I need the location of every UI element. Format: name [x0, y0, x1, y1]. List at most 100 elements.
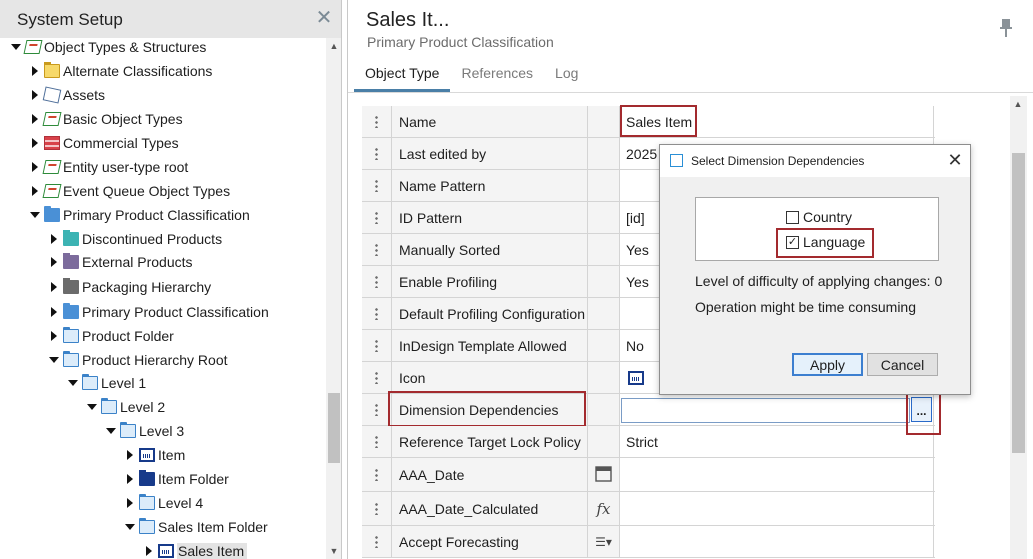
expand-right-icon[interactable] — [28, 88, 42, 102]
tree-item[interactable]: Assets — [28, 84, 105, 106]
property-value[interactable] — [620, 526, 934, 557]
cancel-button[interactable]: Cancel — [867, 353, 938, 376]
expand-right-icon[interactable] — [28, 184, 42, 198]
tree-item[interactable]: Entity user-type root — [28, 156, 188, 178]
property-label: Enable Profiling — [392, 266, 588, 297]
expand-right-icon[interactable] — [28, 64, 42, 78]
country-checkbox[interactable] — [786, 210, 799, 224]
close-icon[interactable]: ✕ — [315, 8, 333, 28]
tree-item-label: Primary Product Classification — [63, 207, 250, 223]
expand-right-icon[interactable] — [28, 112, 42, 126]
tree-item[interactable]: Item — [123, 444, 185, 466]
tree-item[interactable]: Level 4 — [123, 492, 203, 514]
tree-item[interactable]: Product Folder — [47, 325, 174, 347]
tree-item[interactable]: Alternate Classifications — [28, 60, 212, 82]
scroll-up-icon[interactable]: ▲ — [326, 38, 341, 54]
drag-handle[interactable] — [362, 492, 392, 525]
expand-right-icon[interactable] — [123, 496, 137, 510]
grip-icon — [375, 435, 378, 448]
expand-right-icon[interactable] — [123, 472, 137, 486]
drag-handle[interactable] — [362, 458, 392, 491]
tree-item[interactable]: Level 2 — [85, 396, 165, 418]
grip-icon — [375, 179, 378, 192]
drag-handle[interactable] — [362, 298, 392, 329]
expand-right-icon[interactable] — [47, 280, 61, 294]
expand-down-icon[interactable] — [9, 40, 23, 54]
tree-item[interactable]: Event Queue Object Types — [28, 180, 230, 202]
tab-object-type[interactable]: Object Type — [354, 58, 451, 92]
tree-item-label: External Products — [82, 254, 193, 270]
drag-handle[interactable] — [362, 106, 392, 137]
drag-handle[interactable] — [362, 426, 392, 457]
folder-outline-icon — [139, 518, 155, 534]
folder-outline-icon — [63, 327, 79, 343]
grip-icon — [375, 403, 378, 416]
drag-handle[interactable] — [362, 138, 392, 169]
tree-item[interactable]: Level 1 — [66, 372, 146, 394]
expand-right-icon[interactable] — [47, 255, 61, 269]
scrollbar-thumb[interactable] — [328, 393, 340, 463]
close-icon[interactable]: ✕ — [946, 151, 964, 169]
tree-scrollbar[interactable]: ▲ ▼ — [326, 38, 341, 559]
grip-icon — [375, 371, 378, 384]
tree-item-label: Level 1 — [101, 375, 147, 391]
tree-item[interactable]: Product Hierarchy Root — [47, 349, 228, 371]
expand-right-icon[interactable] — [47, 329, 61, 343]
tab-references[interactable]: References — [450, 58, 544, 92]
expand-right-icon[interactable] — [142, 544, 156, 558]
expand-down-icon[interactable] — [66, 376, 80, 390]
pin-icon[interactable] — [999, 18, 1013, 38]
property-value[interactable] — [620, 492, 934, 525]
dimension-dependencies-input[interactable] — [621, 398, 910, 423]
tree-item-label: Sales Item — [177, 543, 248, 559]
tree-item[interactable]: Basic Object Types — [28, 108, 183, 130]
tree-item[interactable]: External Products — [47, 251, 193, 273]
tree-item[interactable]: Sales Item Folder — [123, 516, 268, 538]
grip-icon — [375, 502, 378, 515]
tree-item-label: Object Types & Structures — [44, 39, 207, 55]
tree-item[interactable]: Primary Product Classification — [28, 204, 250, 226]
tree-item[interactable]: Item Folder — [123, 468, 229, 490]
tree-item[interactable]: Object Types & Structures — [9, 36, 206, 58]
expand-right-icon[interactable] — [47, 305, 61, 319]
expand-down-icon[interactable] — [28, 208, 42, 222]
expand-down-icon[interactable] — [85, 400, 99, 414]
property-type-cell — [588, 458, 620, 491]
tree-item[interactable]: Commercial Types — [28, 132, 179, 154]
expand-down-icon[interactable] — [123, 520, 137, 534]
tree-item[interactable]: Sales Item — [142, 540, 248, 559]
scroll-up-icon[interactable]: ▲ — [1010, 96, 1026, 112]
scrollbar-thumb[interactable] — [1012, 153, 1025, 453]
expand-right-icon[interactable] — [123, 448, 137, 462]
drag-handle[interactable] — [362, 170, 392, 201]
tree-item[interactable]: Packaging Hierarchy — [47, 276, 211, 298]
property-value[interactable] — [620, 458, 934, 491]
drag-handle[interactable] — [362, 362, 392, 393]
property-type-cell — [588, 298, 620, 329]
expand-right-icon[interactable] — [47, 232, 61, 246]
drag-handle[interactable] — [362, 330, 392, 361]
expand-right-icon[interactable] — [28, 136, 42, 150]
property-value[interactable]: Strict — [620, 426, 934, 457]
expand-down-icon[interactable] — [104, 424, 118, 438]
tree-item-label: Basic Object Types — [63, 111, 183, 127]
drag-handle[interactable] — [362, 266, 392, 297]
tree-item[interactable]: Primary Product Classification — [47, 301, 269, 323]
tree-item[interactable]: Level 3 — [104, 420, 184, 442]
tree-item[interactable]: Discontinued Products — [47, 228, 222, 250]
folder-gray-icon — [63, 278, 79, 294]
tree-item-label: Product Hierarchy Root — [82, 352, 228, 368]
language-highlight — [776, 228, 874, 258]
expand-right-icon[interactable] — [28, 160, 42, 174]
item-icon — [158, 544, 174, 558]
drag-handle[interactable] — [362, 234, 392, 265]
scroll-down-icon[interactable]: ▼ — [326, 543, 341, 559]
tab-log[interactable]: Log — [544, 58, 589, 92]
property-type-cell — [588, 170, 620, 201]
folder-yellow-icon — [44, 62, 60, 78]
country-option[interactable]: Country — [786, 209, 852, 225]
expand-down-icon[interactable] — [47, 353, 61, 367]
apply-button[interactable]: Apply — [792, 353, 863, 376]
drag-handle[interactable] — [362, 202, 392, 233]
drag-handle[interactable] — [362, 526, 392, 557]
